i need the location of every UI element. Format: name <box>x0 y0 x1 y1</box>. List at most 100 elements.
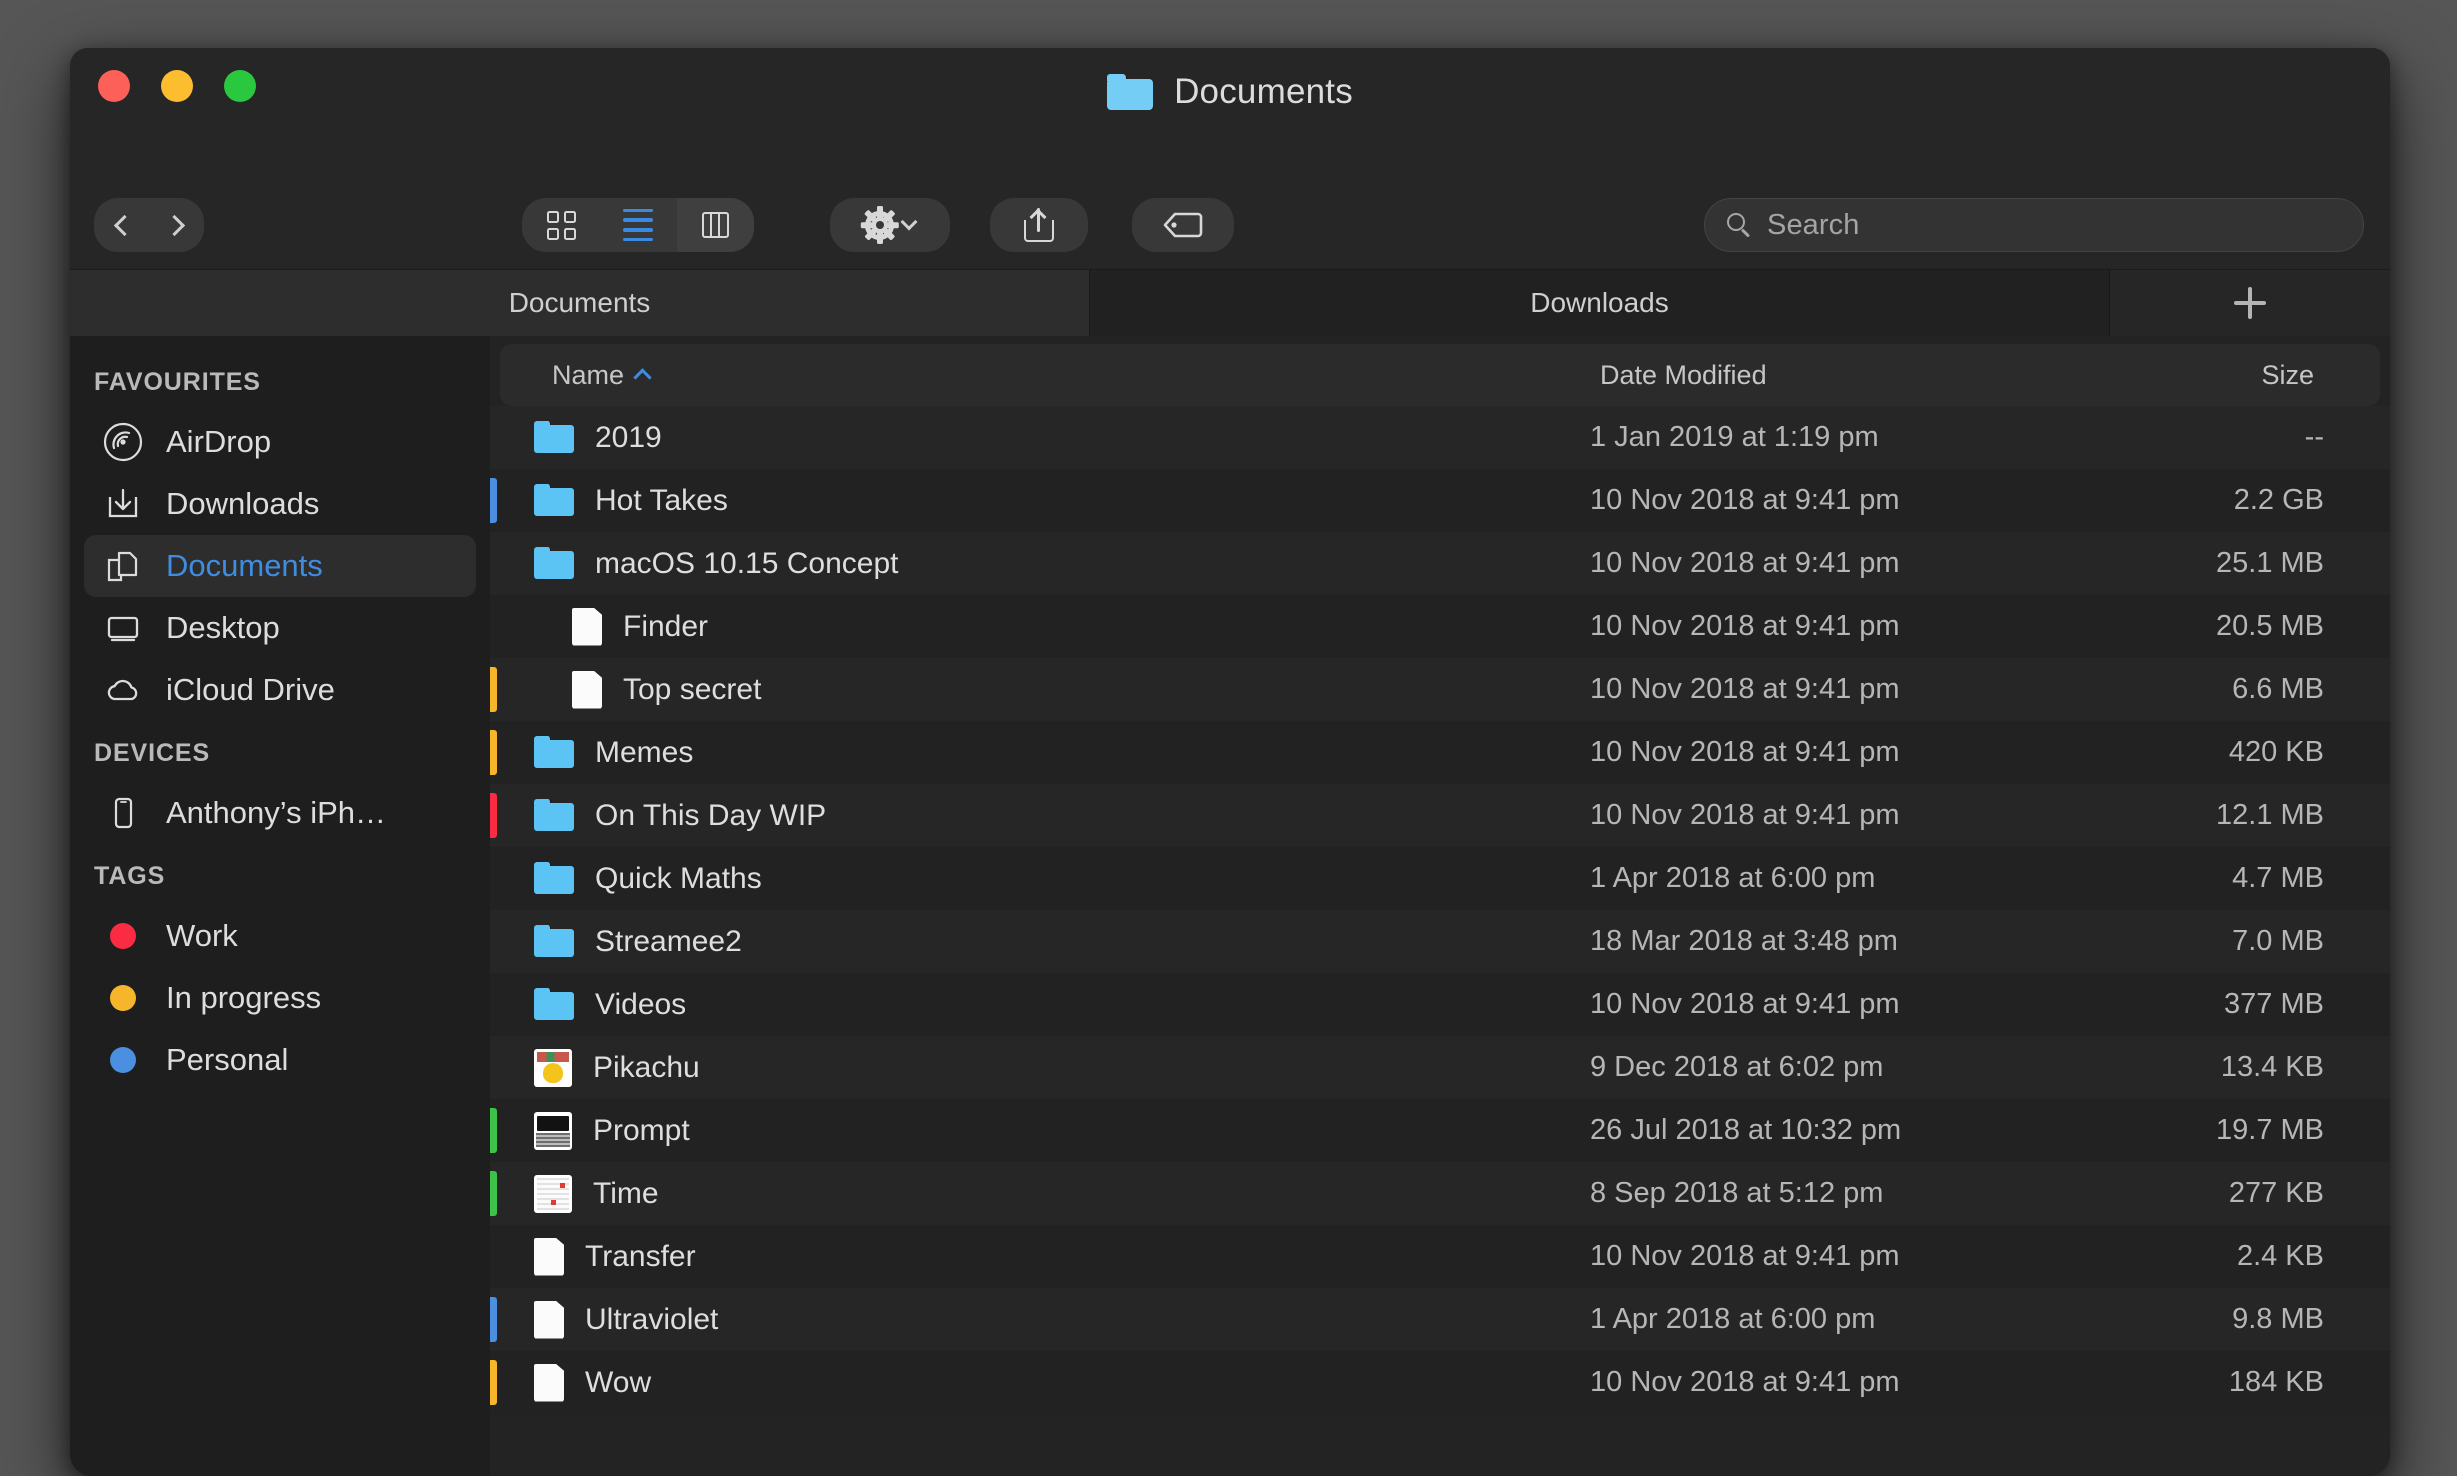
row-size-cell: 2.4 KB <box>2236 1240 2324 1272</box>
file-name: 2019 <box>595 420 662 454</box>
column-header-date-modified[interactable]: Date Modified <box>1600 360 2080 391</box>
tag-icon <box>1163 212 1203 238</box>
toolbar <box>70 198 2390 270</box>
sidebar: FAVOURITES AirDrop Downloads Documents D… <box>70 336 490 1476</box>
folder-icon <box>534 924 574 959</box>
window-body: FAVOURITES AirDrop Downloads Documents D… <box>70 336 2390 1476</box>
tab-documents[interactable]: Documents <box>70 270 1090 336</box>
sidebar-item-label: Desktop <box>166 610 280 645</box>
folder-icon <box>534 420 574 455</box>
table-row[interactable]: Pikachu 9 Dec 2018 at 6:02 pm 13.4 KB <box>490 1036 2390 1099</box>
chevron-right-icon <box>163 214 185 236</box>
row-name-cell: Videos <box>490 987 1590 1022</box>
sidebar-item-iphone[interactable]: Anthony’s iPh… <box>84 782 476 844</box>
row-size-cell: 19.7 MB <box>2216 1114 2324 1146</box>
sidebar-item-documents[interactable]: Documents <box>84 535 476 597</box>
tag-button[interactable] <box>1132 198 1234 252</box>
sidebar-item-label: AirDrop <box>166 424 272 459</box>
sidebar-item-desktop[interactable]: Desktop <box>84 597 476 659</box>
table-row[interactable]: Quick Maths 1 Apr 2018 at 6:00 pm 4.7 MB <box>490 847 2390 910</box>
sidebar-item-icloud-drive[interactable]: iCloud Drive <box>84 659 476 721</box>
row-size-cell: 277 KB <box>2228 1177 2324 1209</box>
minimize-button[interactable] <box>161 70 193 102</box>
table-row[interactable]: Prompt 26 Jul 2018 at 10:32 pm 19.7 MB <box>490 1099 2390 1162</box>
row-tag-marker <box>490 730 497 775</box>
file-rows: 2019 1 Jan 2019 at 1:19 pm -- Hot Takes 10 N… <box>490 406 2390 1414</box>
sidebar-section-favourites-header: FAVOURITES <box>94 368 261 396</box>
maximize-button[interactable] <box>224 70 256 102</box>
airdrop-icon <box>102 421 144 463</box>
table-row[interactable]: Time 8 Sep 2018 at 5:12 pm 277 KB <box>490 1162 2390 1225</box>
table-row[interactable]: Transfer 10 Nov 2018 at 9:41 pm 2.4 KB <box>490 1225 2390 1288</box>
column-header-name[interactable]: Name <box>500 360 1600 391</box>
search-field[interactable] <box>1704 198 2364 252</box>
list-view-button[interactable] <box>600 198 677 252</box>
icon-view-button[interactable] <box>523 198 600 252</box>
share-button[interactable] <box>990 198 1088 252</box>
gear-icon <box>860 206 899 244</box>
sidebar-item-tag-work[interactable]: Work <box>84 905 476 967</box>
sidebar-item-tag-in-progress[interactable]: In progress <box>84 967 476 1029</box>
column-view-button[interactable] <box>676 198 754 252</box>
forward-button[interactable] <box>149 198 204 252</box>
table-row[interactable]: 2019 1 Jan 2019 at 1:19 pm -- <box>490 406 2390 469</box>
sidebar-section-tags-header: TAGS <box>94 862 166 890</box>
row-size-cell: 7.0 MB <box>2232 925 2324 957</box>
folder-icon <box>534 861 574 896</box>
column-view-icon <box>701 212 729 238</box>
row-size-cell: 9.8 MB <box>2232 1303 2324 1335</box>
table-row[interactable]: Streamee2 18 Mar 2018 at 3:48 pm 7.0 MB <box>490 910 2390 973</box>
row-date-cell: 26 Jul 2018 at 10:32 pm <box>1590 1114 1902 1146</box>
list-view-icon <box>623 208 653 242</box>
column-header-size[interactable]: Size <box>2080 360 2380 391</box>
row-tag-marker <box>490 667 497 712</box>
table-row[interactable]: Memes 10 Nov 2018 at 9:41 pm 420 KB <box>490 721 2390 784</box>
chevron-down-icon <box>900 213 918 231</box>
sidebar-section-devices-header: DEVICES <box>94 739 211 767</box>
tag-dot-icon <box>102 977 144 1019</box>
file-name: Quick Maths <box>595 861 762 895</box>
folder-icon <box>534 483 574 518</box>
row-tag-marker <box>490 1108 497 1153</box>
table-row[interactable]: macOS 10.15 Concept 10 Nov 2018 at 9:41 p… <box>490 532 2390 595</box>
tab-downloads[interactable]: Downloads <box>1090 270 2110 336</box>
row-tag-marker <box>490 1360 497 1405</box>
sidebar-item-label: Personal <box>166 1042 289 1077</box>
file-name: Videos <box>595 987 687 1021</box>
table-row[interactable]: On This Day WIP 10 Nov 2018 at 9:41 pm 12.… <box>490 784 2390 847</box>
search-input[interactable] <box>1767 208 2341 242</box>
file-name: Pikachu <box>593 1050 700 1084</box>
tab-bar: Documents Downloads <box>70 270 2390 336</box>
row-size-cell: 4.7 MB <box>2232 862 2324 894</box>
sidebar-item-downloads[interactable]: Downloads <box>84 473 476 535</box>
close-button[interactable] <box>98 70 130 102</box>
row-size-cell: 420 KB <box>2228 736 2324 768</box>
sidebar-item-label: In progress <box>166 980 322 1015</box>
table-row[interactable]: Wow 10 Nov 2018 at 9:41 pm 184 KB <box>490 1351 2390 1414</box>
new-tab-button[interactable] <box>2110 270 2390 336</box>
sidebar-item-airdrop[interactable]: AirDrop <box>84 411 476 473</box>
sidebar-item-label: Anthony’s iPh… <box>166 795 386 830</box>
file-name: Time <box>593 1176 659 1210</box>
folder-icon <box>534 735 574 770</box>
row-tag-marker <box>490 478 497 523</box>
table-row[interactable]: Videos 10 Nov 2018 at 9:41 pm 377 MB <box>490 973 2390 1036</box>
table-row[interactable]: Hot Takes 10 Nov 2018 at 9:41 pm 2.2 GB <box>490 469 2390 532</box>
iphone-icon <box>102 792 144 834</box>
table-row[interactable]: Ultraviolet 1 Apr 2018 at 6:00 pm 9.8 MB <box>490 1288 2390 1351</box>
column-headers: Name Date Modified Size <box>500 344 2380 406</box>
row-date-cell: 18 Mar 2018 at 3:48 pm <box>1590 925 1898 957</box>
file-name: Wow <box>585 1365 652 1399</box>
back-button[interactable] <box>94 198 149 252</box>
row-date-cell: 1 Apr 2018 at 6:00 pm <box>1590 862 1876 894</box>
folder-icon <box>534 798 574 833</box>
table-row[interactable]: Finder 10 Nov 2018 at 9:41 pm 20.5 MB <box>490 595 2390 658</box>
action-menu-button[interactable] <box>830 198 950 252</box>
search-icon <box>1727 213 1751 238</box>
sidebar-item-tag-personal[interactable]: Personal <box>84 1029 476 1091</box>
file-list: Name Date Modified Size 2019 1 Jan 2019 a… <box>490 336 2390 1476</box>
cloud-icon <box>102 669 144 711</box>
row-date-cell: 9 Dec 2018 at 6:02 pm <box>1590 1051 1884 1083</box>
table-row[interactable]: Top secret 10 Nov 2018 at 9:41 pm 6.6 MB <box>490 658 2390 721</box>
row-date-cell: 10 Nov 2018 at 9:41 pm <box>1590 1366 1900 1398</box>
